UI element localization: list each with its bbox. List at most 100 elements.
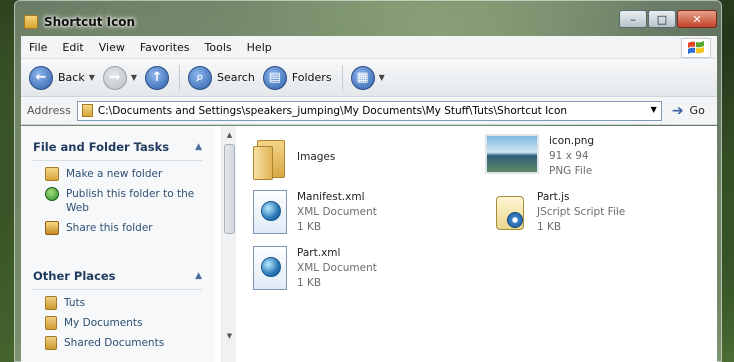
place-tuts[interactable]: Tuts xyxy=(45,296,202,310)
address-input[interactable]: C:\Documents and Settings\speakers_jumpi… xyxy=(76,100,662,121)
scroll-up-arrow-icon[interactable]: ▲ xyxy=(222,128,237,141)
window-title: Shortcut Icon xyxy=(44,15,136,29)
xml-document-icon xyxy=(253,190,287,234)
maximize-button[interactable]: □ xyxy=(648,10,676,28)
file-folder-tasks-header[interactable]: File and Folder Tasks ▲ xyxy=(21,136,214,160)
forward-button[interactable]: → ▼ xyxy=(102,65,137,90)
explorer-window: Shortcut Icon – □ ✕ File Edit View Favor… xyxy=(14,0,722,362)
menu-tools[interactable]: Tools xyxy=(205,41,232,54)
folder-icon xyxy=(24,15,38,29)
file-name: Part.js xyxy=(537,191,570,203)
forward-arrow-icon: → xyxy=(102,65,127,90)
back-button[interactable]: ← Back ▼ xyxy=(29,65,95,90)
file-name: icon.png xyxy=(549,135,595,147)
place-shared-documents[interactable]: Shared Documents xyxy=(45,336,202,350)
png-thumbnail xyxy=(485,134,539,174)
folder-icon xyxy=(45,296,57,310)
folders-label: Folders xyxy=(291,71,332,84)
file-item-images[interactable]: Images xyxy=(253,136,335,180)
shared-folder-icon xyxy=(45,336,57,350)
menu-favorites[interactable]: Favorites xyxy=(140,41,190,54)
new-folder-icon xyxy=(45,167,59,181)
views-button[interactable]: ▦ ▼ xyxy=(350,65,385,90)
file-item-part-js[interactable]: Part.js JScript Script File 1 KB xyxy=(493,190,625,235)
back-label: Back xyxy=(58,71,85,84)
file-text: Manifest.xml XML Document 1 KB xyxy=(297,190,377,235)
task-label: Publish this folder to the Web xyxy=(66,188,195,214)
panel-title: Other Places xyxy=(33,269,116,283)
file-list: Images icon.png 91 x 94 PNG File Manifes… xyxy=(253,132,703,352)
file-size: 1 KB xyxy=(537,221,562,233)
file-size: 1 KB xyxy=(297,277,322,289)
toolbar-separator xyxy=(341,64,343,91)
menu-file[interactable]: File xyxy=(29,41,47,54)
title-bar[interactable]: Shortcut Icon – □ ✕ xyxy=(15,1,721,33)
minimize-button[interactable]: – xyxy=(619,10,647,28)
jscript-file-icon xyxy=(493,190,527,234)
views-dropdown[interactable]: ▼ xyxy=(379,73,385,82)
scrollbar-thumb[interactable] xyxy=(224,144,235,234)
windows-logo-icon xyxy=(681,38,711,58)
search-icon: ⌕ xyxy=(188,65,213,90)
go-button[interactable]: ➔ Go xyxy=(672,103,705,119)
forward-history-dropdown[interactable]: ▼ xyxy=(131,73,137,82)
task-pane: File and Folder Tasks ▲ Make a new folde… xyxy=(21,126,214,362)
folders-button[interactable]: ▤ Folders xyxy=(262,65,332,90)
views-icon: ▦ xyxy=(350,65,375,90)
menu-view[interactable]: View xyxy=(99,41,125,54)
share-folder-icon xyxy=(45,221,59,235)
publish-web-icon xyxy=(45,187,59,201)
file-name: Manifest.xml xyxy=(297,191,365,203)
file-item-icon-png[interactable]: icon.png 91 x 94 PNG File xyxy=(485,134,594,179)
folder-icon xyxy=(253,136,287,180)
file-item-manifest-xml[interactable]: Manifest.xml XML Document 1 KB xyxy=(253,190,377,235)
back-arrow-icon: ← xyxy=(29,65,53,90)
up-button[interactable]: ↑ xyxy=(145,65,170,90)
file-type: XML Document xyxy=(297,262,377,274)
task-share-folder[interactable]: Share this folder xyxy=(45,221,202,235)
task-pane-scrollbar[interactable]: ▲ ▼ xyxy=(221,126,236,362)
address-dropdown[interactable]: ▼ xyxy=(651,105,657,114)
go-label: Go xyxy=(689,104,705,117)
go-arrow-icon: ➔ xyxy=(671,102,684,119)
address-bar: Address C:\Documents and Settings\speake… xyxy=(21,97,717,125)
place-label: Shared Documents xyxy=(64,337,165,349)
place-label: My Documents xyxy=(64,317,143,329)
address-path: C:\Documents and Settings\speakers_jumpi… xyxy=(97,104,568,117)
search-label: Search xyxy=(217,71,255,84)
explorer-content: File and Folder Tasks ▲ Make a new folde… xyxy=(21,126,717,362)
file-size: 91 x 94 xyxy=(549,150,589,162)
back-history-dropdown[interactable]: ▼ xyxy=(89,73,95,82)
menu-edit[interactable]: Edit xyxy=(62,41,83,54)
collapse-icon[interactable]: ▲ xyxy=(195,142,202,152)
folder-icon xyxy=(81,104,93,117)
file-text: icon.png 91 x 94 PNG File xyxy=(549,134,594,179)
my-documents-icon xyxy=(45,316,57,330)
file-type: XML Document xyxy=(297,206,377,218)
scroll-down-arrow-icon[interactable]: ▼ xyxy=(222,329,237,342)
search-button[interactable]: ⌕ Search xyxy=(188,65,255,90)
file-type: PNG File xyxy=(549,165,593,177)
task-label: Share this folder xyxy=(66,222,153,234)
place-label: Tuts xyxy=(64,297,86,309)
file-name: Images xyxy=(297,151,336,163)
task-label: Make a new folder xyxy=(66,168,163,180)
collapse-icon[interactable]: ▲ xyxy=(195,271,202,281)
task-publish-folder[interactable]: Publish this folder to the Web xyxy=(45,187,202,215)
file-text: Images xyxy=(297,150,335,165)
file-name: Part.xml xyxy=(297,247,341,259)
other-places-header[interactable]: Other Places ▲ xyxy=(21,265,214,289)
close-button[interactable]: ✕ xyxy=(677,10,717,28)
address-label: Address xyxy=(27,104,71,117)
menu-help[interactable]: Help xyxy=(247,41,272,54)
up-arrow-icon: ↑ xyxy=(145,65,170,90)
task-make-new-folder[interactable]: Make a new folder xyxy=(45,167,202,181)
place-my-documents[interactable]: My Documents xyxy=(45,316,202,330)
file-type: JScript Script File xyxy=(537,206,626,218)
folders-icon: ▤ xyxy=(262,65,287,90)
file-text: Part.js JScript Script File 1 KB xyxy=(537,190,625,235)
file-size: 1 KB xyxy=(297,221,322,233)
file-item-part-xml[interactable]: Part.xml XML Document 1 KB xyxy=(253,246,377,291)
file-folder-tasks-list: Make a new folder Publish this folder to… xyxy=(33,160,202,251)
other-places-list: Tuts My Documents Shared Documents xyxy=(33,289,202,362)
